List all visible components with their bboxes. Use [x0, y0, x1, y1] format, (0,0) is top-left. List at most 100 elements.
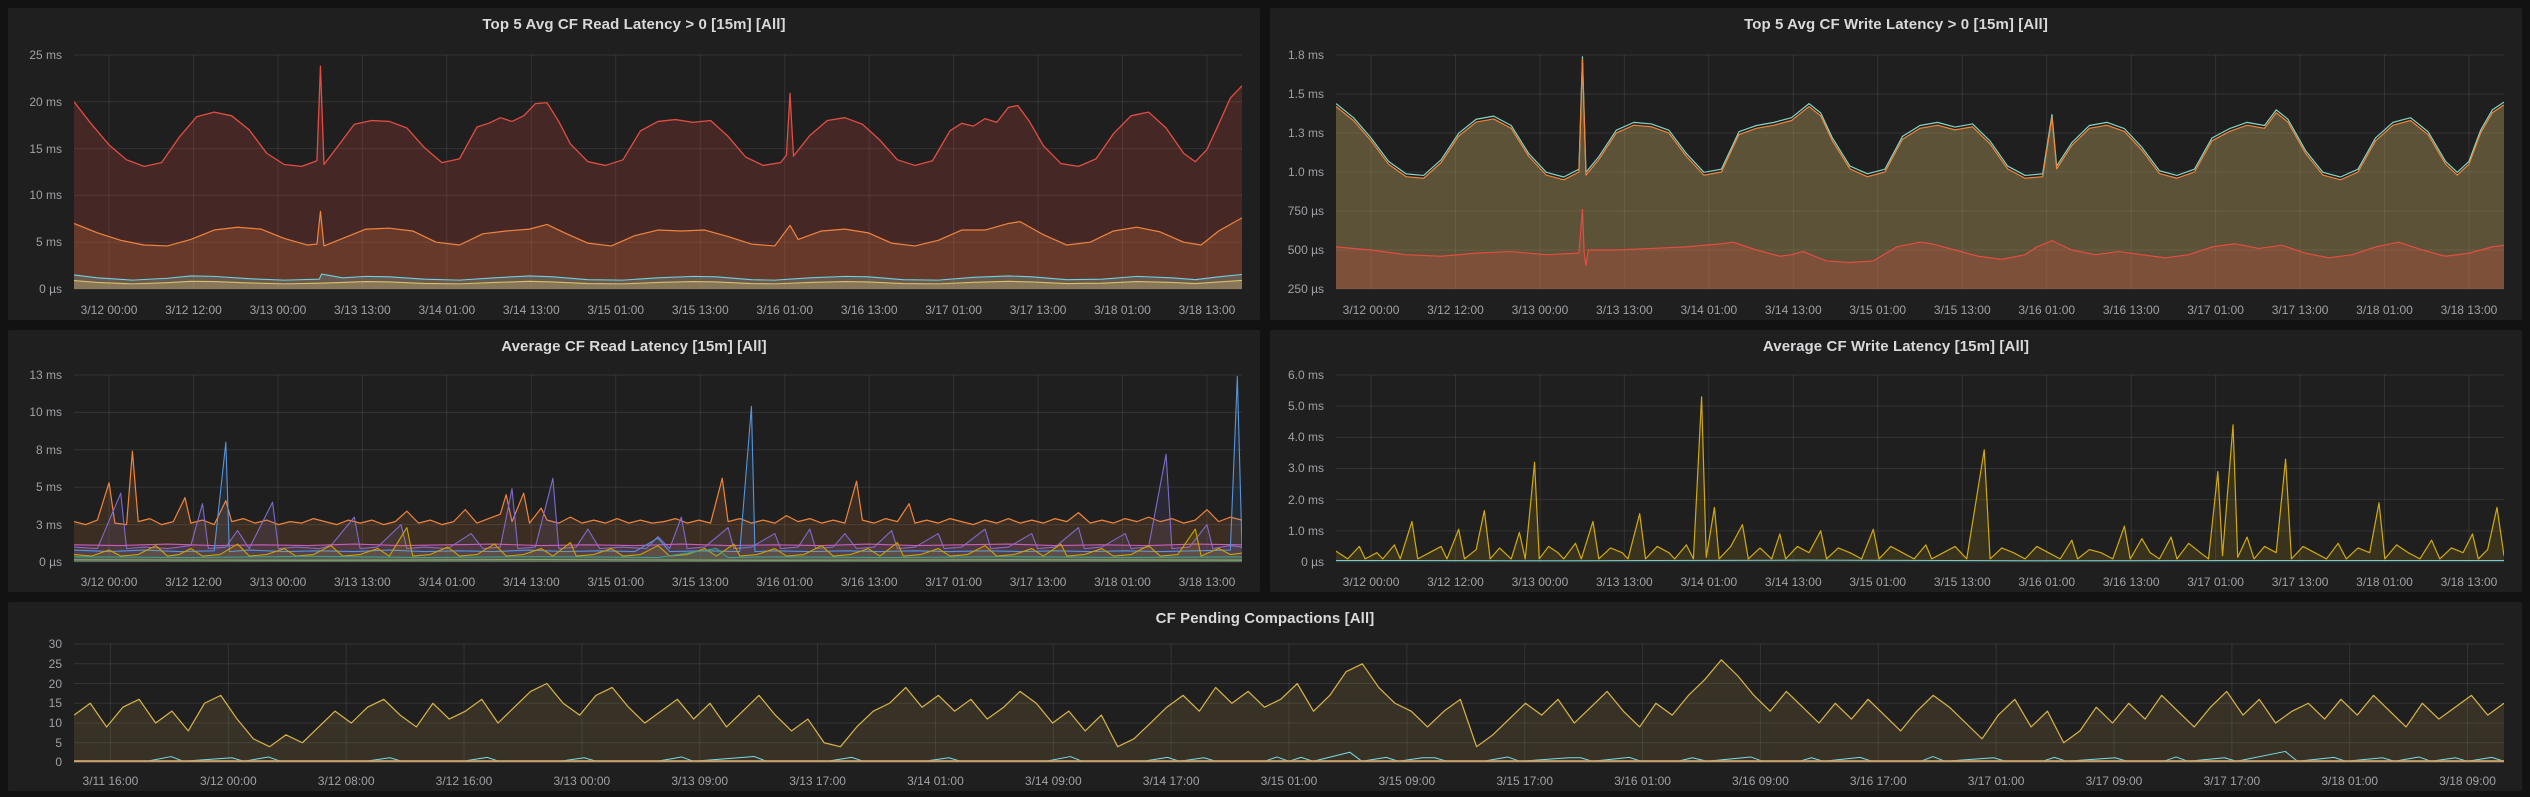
- y-tick-label: 250 µs: [1288, 282, 1324, 296]
- y-tick-label: 20 ms: [29, 95, 62, 109]
- y-tick-label: 10: [49, 716, 62, 730]
- x-tick-label: 3/16 09:00: [1732, 774, 1789, 788]
- chart-canvas[interactable]: [74, 45, 1242, 294]
- y-tick-label: 10 ms: [29, 405, 62, 419]
- x-tick-label: 3/16 01:00: [2018, 303, 2075, 317]
- chart-canvas[interactable]: [1336, 45, 2504, 294]
- y-tick-label: 1.3 ms: [1288, 126, 1324, 140]
- x-tick-label: 3/14 01:00: [1680, 303, 1737, 317]
- x-tick-label: 3/12 12:00: [1427, 575, 1484, 589]
- x-tick-label: 3/17 01:00: [925, 575, 982, 589]
- panel-title[interactable]: Average CF Read Latency [15m] [All]: [8, 330, 1260, 357]
- plot-region: 1.8 ms1.5 ms1.3 ms1.0 ms750 µs500 µs250 …: [1276, 37, 2514, 320]
- x-tick-label: 3/18 13:00: [2441, 303, 2498, 317]
- x-tick-label: 3/15 01:00: [1261, 774, 1318, 788]
- plot-region: 25 ms20 ms15 ms10 ms5 ms0 µs 3/12 00:003…: [14, 37, 1252, 320]
- y-tick-label: 1.0 ms: [1288, 524, 1324, 538]
- x-tick-label: 3/14 09:00: [1025, 774, 1082, 788]
- x-tick-label: 3/12 12:00: [165, 575, 222, 589]
- x-tick-label: 3/13 00:00: [1512, 575, 1569, 589]
- x-axis-labels: 3/12 00:003/12 12:003/13 00:003/13 13:00…: [1336, 300, 2504, 320]
- y-tick-label: 2.0 ms: [1288, 493, 1324, 507]
- x-tick-label: 3/13 00:00: [250, 303, 307, 317]
- chart-canvas[interactable]: [1336, 367, 2504, 566]
- panel-title[interactable]: Average CF Write Latency [15m] [All]: [1270, 330, 2522, 357]
- plot-region: 302520151050 3/11 16:003/12 00:003/12 08…: [14, 631, 2514, 791]
- x-tick-label: 3/18 01:00: [1094, 303, 1151, 317]
- panel-title[interactable]: Top 5 Avg CF Read Latency > 0 [15m] [All…: [8, 8, 1260, 35]
- x-tick-label: 3/18 01:00: [1094, 575, 1151, 589]
- x-tick-label: 3/13 13:00: [1596, 303, 1653, 317]
- y-tick-label: 5 ms: [36, 480, 62, 494]
- x-tick-label: 3/15 01:00: [587, 303, 644, 317]
- x-tick-label: 3/17 09:00: [2086, 774, 2143, 788]
- x-tick-label: 3/13 13:00: [334, 303, 391, 317]
- panel-top5-read-latency: Top 5 Avg CF Read Latency > 0 [15m] [All…: [8, 8, 1260, 320]
- x-tick-label: 3/13 00:00: [250, 575, 307, 589]
- y-tick-label: 20: [49, 677, 62, 691]
- x-tick-label: 3/13 13:00: [334, 575, 391, 589]
- x-tick-label: 3/12 12:00: [1427, 303, 1484, 317]
- y-tick-label: 1.0 ms: [1288, 165, 1324, 179]
- x-tick-label: 3/15 17:00: [1496, 774, 1553, 788]
- x-axis-labels: 3/12 00:003/12 12:003/13 00:003/13 13:00…: [74, 572, 1242, 592]
- y-tick-label: 3.0 ms: [1288, 461, 1324, 475]
- x-tick-label: 3/13 13:00: [1596, 575, 1653, 589]
- y-tick-label: 6.0 ms: [1288, 368, 1324, 382]
- x-tick-label: 3/14 13:00: [503, 303, 560, 317]
- x-tick-label: 3/15 13:00: [672, 303, 729, 317]
- y-tick-label: 3 ms: [36, 518, 62, 532]
- x-axis-labels: 3/11 16:003/12 00:003/12 08:003/12 16:00…: [74, 771, 2504, 791]
- y-tick-label: 500 µs: [1288, 243, 1324, 257]
- x-tick-label: 3/18 13:00: [2441, 575, 2498, 589]
- x-tick-label: 3/12 00:00: [81, 303, 138, 317]
- panel-pending-compactions: CF Pending Compactions [All] 30252015105…: [8, 602, 2522, 791]
- chart-canvas[interactable]: [74, 367, 1242, 566]
- x-axis-labels: 3/12 00:00 3/12 12:00 3/13 00:00 3/13 13:00…: [74, 300, 1242, 320]
- y-axis-labels: 25 ms20 ms15 ms10 ms5 ms0 µs: [14, 45, 68, 294]
- y-tick-label: 750 µs: [1288, 204, 1324, 218]
- y-tick-label: 4.0 ms: [1288, 430, 1324, 444]
- x-tick-label: 3/11 16:00: [83, 774, 139, 788]
- x-tick-label: 3/13 17:00: [789, 774, 846, 788]
- y-tick-label: 0: [55, 755, 62, 769]
- series-line-avg-write-yellow: [1336, 397, 2504, 559]
- x-tick-label: 3/17 01:00: [1968, 774, 2025, 788]
- x-tick-label: 3/14 01:00: [418, 303, 475, 317]
- x-tick-label: 3/15 01:00: [1849, 575, 1906, 589]
- x-tick-label: 3/17 13:00: [1010, 575, 1067, 589]
- panel-title[interactable]: Top 5 Avg CF Write Latency > 0 [15m] [Al…: [1270, 8, 2522, 35]
- x-tick-label: 3/14 01:00: [907, 774, 964, 788]
- x-tick-label: 3/15 13:00: [1934, 303, 1991, 317]
- x-tick-label: 3/17 01:00: [2187, 575, 2244, 589]
- y-tick-label: 30: [49, 637, 62, 651]
- x-tick-label: 3/14 13:00: [503, 575, 560, 589]
- series-line-avg-read-green: [74, 560, 1242, 561]
- x-tick-label: 3/15 13:00: [672, 575, 729, 589]
- y-tick-label: 15: [49, 696, 62, 710]
- y-tick-label: 15 ms: [29, 142, 62, 156]
- x-tick-label: 3/18 01:00: [2321, 774, 2378, 788]
- x-tick-label: 3/12 16:00: [436, 774, 493, 788]
- x-tick-label: 3/14 01:00: [418, 575, 475, 589]
- y-tick-label: 0 µs: [39, 282, 62, 296]
- x-tick-label: 3/18 01:00: [2356, 303, 2413, 317]
- x-tick-label: 3/12 12:00: [165, 303, 222, 317]
- plot-region: 6.0 ms5.0 ms4.0 ms3.0 ms2.0 ms1.0 ms0 µs…: [1276, 359, 2514, 592]
- x-tick-label: 3/12 00:00: [1343, 575, 1400, 589]
- panel-top5-write-latency: Top 5 Avg CF Write Latency > 0 [15m] [Al…: [1270, 8, 2522, 320]
- y-tick-label: 8 ms: [36, 443, 62, 457]
- y-tick-label: 25 ms: [29, 48, 62, 62]
- y-tick-label: 10 ms: [29, 188, 62, 202]
- x-tick-label: 3/13 09:00: [671, 774, 728, 788]
- panel-title[interactable]: CF Pending Compactions [All]: [8, 602, 2522, 629]
- x-tick-label: 3/16 01:00: [756, 575, 813, 589]
- y-tick-label: 1.8 ms: [1288, 48, 1324, 62]
- y-tick-label: 5: [55, 736, 62, 750]
- x-tick-label: 3/17 13:00: [1010, 303, 1067, 317]
- x-axis-labels: 3/12 00:00 3/12 12:00 3/13 00:00 3/13 13:00…: [1336, 572, 2504, 592]
- chart-canvas[interactable]: [74, 639, 2504, 765]
- dashboard: Top 5 Avg CF Read Latency > 0 [15m] [All…: [0, 0, 2530, 797]
- x-tick-label: 3/16 13:00: [2103, 303, 2160, 317]
- series-line-avg-write-teal: [1336, 560, 2504, 561]
